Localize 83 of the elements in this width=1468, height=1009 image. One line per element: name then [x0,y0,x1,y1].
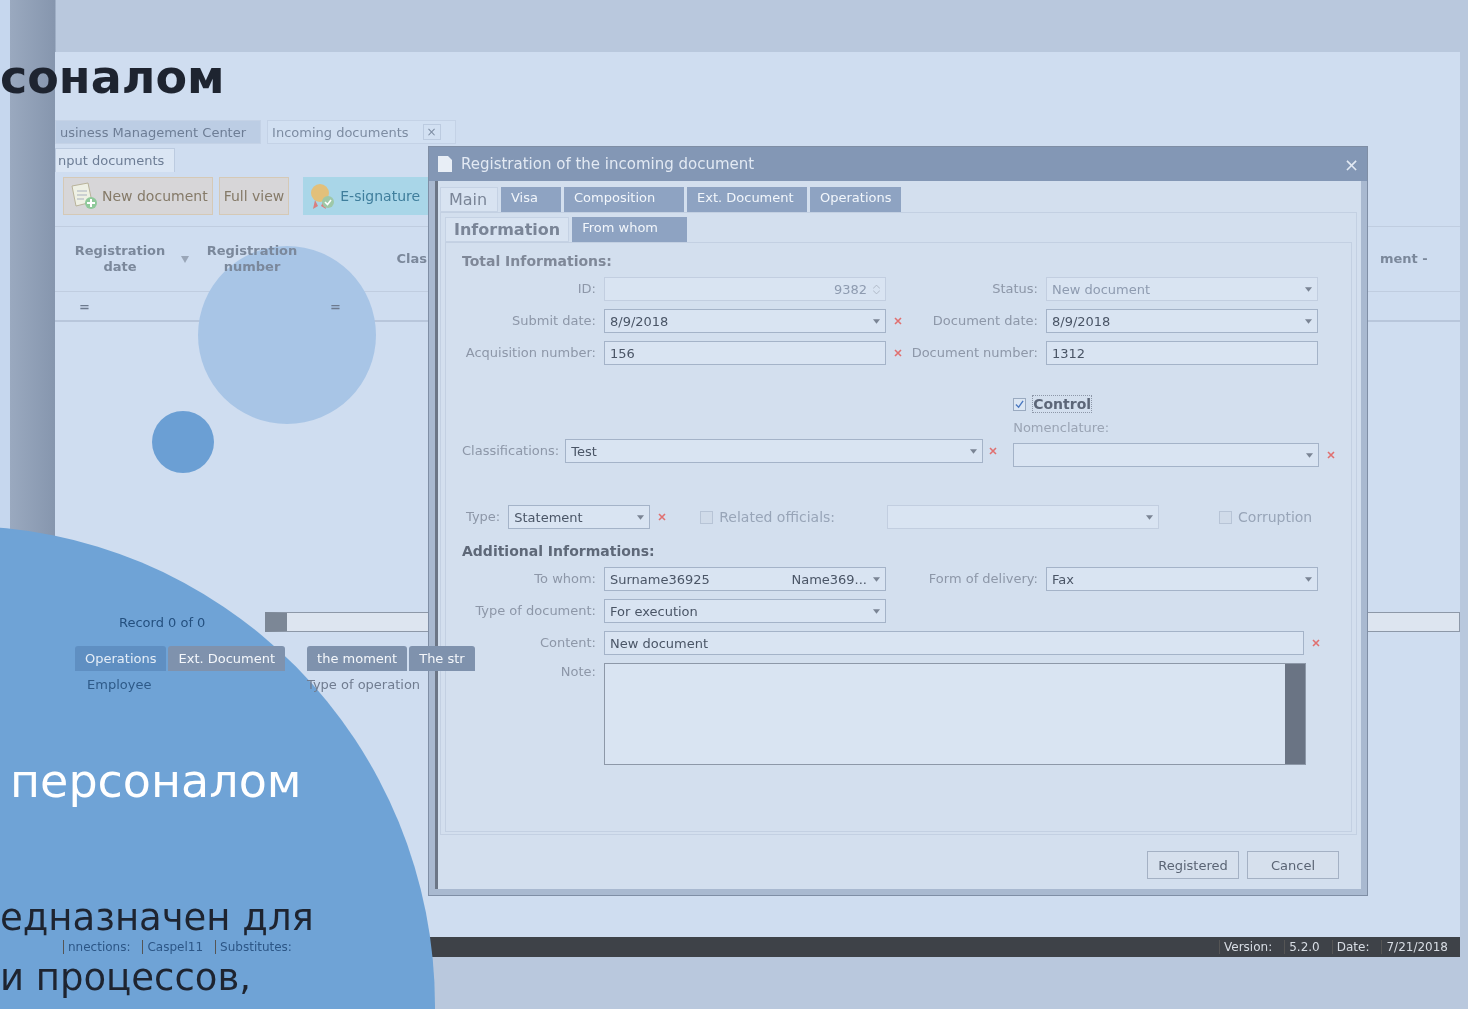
field-label: Acquisition number: [464,344,596,362]
record-navigator: Record 0 of 0 [119,614,207,630]
dialog-tab[interactable]: Main [440,187,498,212]
document-icon [437,155,453,173]
filter-operator[interactable]: = [79,298,90,314]
checkbox[interactable] [1013,397,1027,411]
field-label: Classifications: [462,442,560,460]
caret-icon [970,448,978,454]
dropdown-field[interactable]: 8/9/2018 [604,309,886,333]
field-label: Note: [559,663,596,681]
field-label: To whom: [533,570,596,588]
field-label: Type: [466,508,501,526]
status-text: Date: [1331,940,1374,954]
dialog-tab[interactable]: From whom [572,217,688,242]
dropdown-field[interactable]: Surname36925 Name369... [604,567,886,591]
section-title: Additional Informations: [462,543,656,559]
filter-operator[interactable]: = [329,298,341,314]
sort-arrow-icon[interactable] [181,255,189,263]
column-header[interactable]: Employee [87,676,307,692]
award-seal-icon [308,182,337,210]
caret-icon [1146,514,1154,520]
toolbar-button[interactable]: Full view [218,177,290,215]
caret-icon [873,608,880,614]
field-label: Status: [991,280,1038,298]
document-plus-icon [68,182,98,210]
column-header[interactable]: Registration date [65,243,175,275]
caret-icon [1305,318,1312,324]
dialog-tab[interactable]: Operations [810,187,902,212]
column-header[interactable]: ment - [1380,251,1440,267]
dialog-tab[interactable]: Composition [564,187,684,212]
field-label: Submit date: [511,312,596,330]
caret-icon [1305,286,1312,292]
close-icon[interactable]: × [1343,153,1359,175]
dropdown-field[interactable]: 8/9/2018 [1046,309,1318,333]
slide-heading: соналом [0,50,225,104]
field-label: Nomenclature: [1013,419,1111,437]
field-label: Form of delivery: [927,570,1038,588]
text-field[interactable]: New document [604,631,1304,655]
field-label: Type of document: [474,602,596,620]
text-field[interactable]: 1312 [1046,341,1318,365]
status-text: 5.2.0 [1284,940,1324,954]
detail-tab[interactable]: the moment [307,646,408,671]
view-tab[interactable]: nput documents [55,148,176,172]
caret-icon [873,576,880,582]
document-tab[interactable]: usiness Management Center [55,120,262,144]
column-header[interactable]: Clas [307,251,427,267]
dropdown-field[interactable]: Statement [508,505,651,529]
detail-tab[interactable]: The str [409,646,475,671]
window-title: Registration of the incoming document [461,155,756,173]
checkbox-label[interactable]: Control [1032,395,1093,413]
dropdown-field[interactable] [1013,443,1320,467]
slide-text-line: и процессов, [0,959,252,997]
vertical-scrollbar[interactable] [1285,664,1305,764]
toolbar-button[interactable]: New document [63,177,213,215]
field-label: Content: [538,634,596,652]
field-label: Document number: [910,344,1038,362]
dropdown-field[interactable]: Fax [1046,567,1318,591]
detail-tab[interactable]: Ext. Document [168,646,286,671]
status-text: 7/21/2018 [1381,940,1452,954]
column-header[interactable]: Registration number [197,243,307,275]
text-field[interactable]: 156 [604,341,886,365]
detail-tab[interactable]: Operations [75,646,167,671]
note-textarea[interactable] [604,663,1306,765]
document-tab[interactable]: Incoming documents × [267,120,456,144]
caret-icon [1305,576,1312,582]
field-label: Document date: [931,312,1038,330]
section-title: Total Informations: [462,253,613,269]
field-label: ID: [576,280,596,298]
dialog-tab[interactable]: Visa [501,187,561,212]
dialog-tab[interactable]: Information [445,217,570,242]
dialog-tab[interactable]: Ext. Document [687,187,807,212]
caret-icon [873,318,880,324]
caret-icon [637,514,645,520]
spinner-arrows-icon [873,283,880,295]
status-text: Version: [1219,940,1277,954]
dialog-button[interactable]: Registered [1147,851,1239,879]
dropdown-field[interactable]: Test [565,439,984,463]
caret-icon [1306,452,1314,458]
dropdown-field[interactable]: For execution [604,599,886,623]
close-icon[interactable]: × [422,124,441,140]
slide-text-line: едназначен для [0,899,314,937]
dialog-button[interactable]: Cancel [1247,851,1339,879]
slide-heading: персоналом [10,754,302,808]
